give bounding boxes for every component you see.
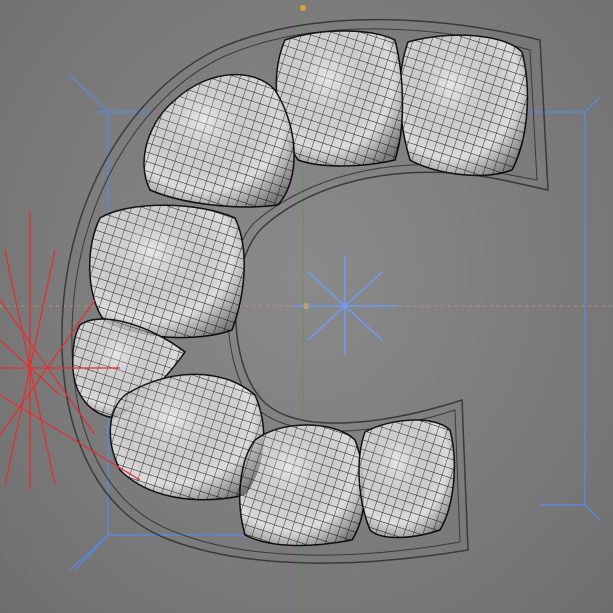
mesh-segment-7 (239, 424, 366, 547)
mesh-segment-4 (88, 204, 245, 339)
viewport-canvas[interactable] (0, 0, 613, 613)
mesh-segment-3 (143, 73, 295, 208)
mesh-segment-8 (358, 419, 456, 539)
mesh-segment-2 (275, 30, 404, 167)
3d-viewport[interactable] (0, 0, 613, 613)
mesh-segment-1 (399, 34, 529, 177)
axis-origin-top-marker (300, 5, 306, 11)
